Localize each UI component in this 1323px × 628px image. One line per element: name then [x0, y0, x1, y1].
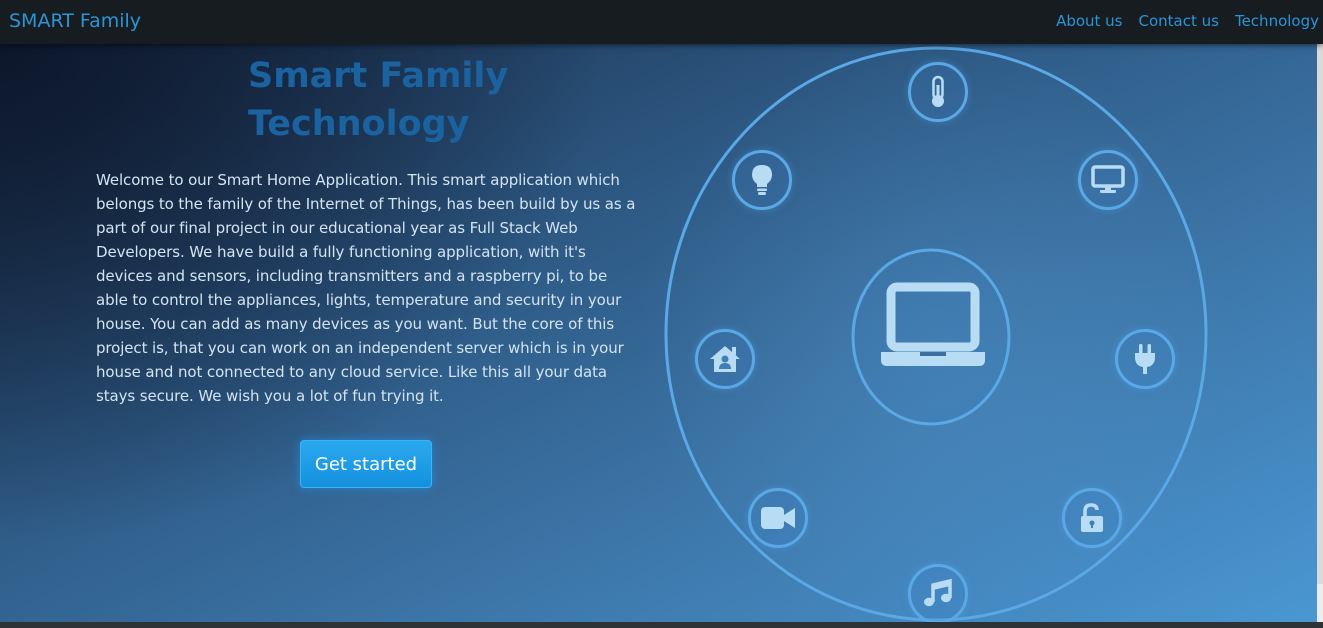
- music-icon: [924, 578, 952, 607]
- center-ring: [851, 248, 1011, 426]
- get-started-button[interactable]: Get started: [300, 440, 432, 488]
- nav-links: About us Contact us Technology: [1056, 12, 1319, 30]
- intro-paragraph: Welcome to our Smart Home Application. T…: [96, 171, 636, 405]
- unlock-icon: [1081, 503, 1103, 532]
- thermometer-icon: [932, 75, 944, 107]
- unlock-feature[interactable]: [1062, 488, 1122, 548]
- home-user-feature[interactable]: [695, 329, 755, 389]
- navbar: SMART Family About us Contact us Technol…: [0, 0, 1323, 44]
- music-feature[interactable]: [908, 564, 968, 622]
- plug-icon: [1135, 344, 1155, 374]
- nav-link-about-us[interactable]: About us: [1056, 12, 1122, 30]
- title-line-2: Technology: [248, 104, 470, 144]
- plug-feature[interactable]: [1115, 329, 1175, 389]
- monitor-feature[interactable]: [1078, 150, 1138, 210]
- scrollbar-thumb[interactable]: [1317, 44, 1323, 584]
- brand-logo[interactable]: SMART Family: [9, 10, 141, 32]
- nav-link-contact-us[interactable]: Contact us: [1139, 12, 1219, 30]
- lightbulb-feature[interactable]: [732, 150, 792, 210]
- window-bottom-edge: [0, 622, 1323, 628]
- title-line-1: Smart Family: [248, 56, 509, 96]
- nav-link-technology[interactable]: Technology: [1235, 12, 1319, 30]
- video-camera-icon: [761, 507, 795, 529]
- page-title: Smart Family Technology: [248, 52, 568, 148]
- lightbulb-icon: [752, 165, 772, 195]
- scrollbar[interactable]: [1317, 44, 1323, 622]
- video-camera-feature[interactable]: [748, 488, 808, 548]
- thermometer-feature[interactable]: [908, 62, 968, 122]
- hero-section: Smart Family Technology Welcome to our S…: [0, 44, 1317, 622]
- monitor-icon: [1091, 165, 1125, 193]
- home-user-icon: [710, 346, 740, 372]
